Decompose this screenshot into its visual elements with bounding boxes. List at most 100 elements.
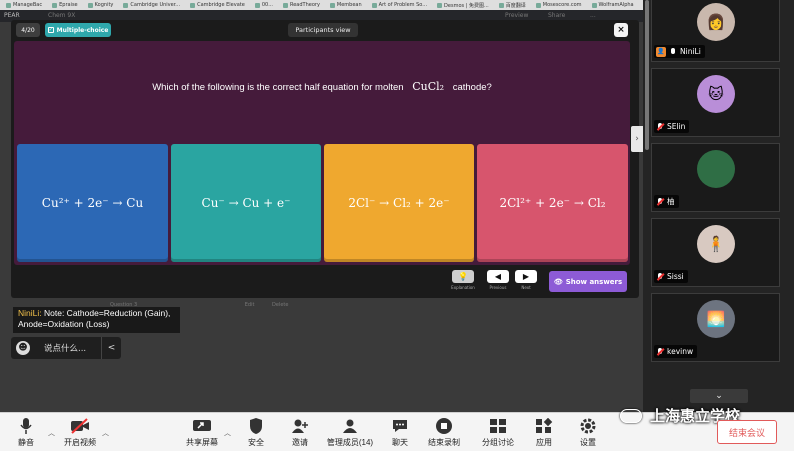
chat-bubble: NiniLi: Note: Cathode=Reduction (Gain), … bbox=[13, 307, 180, 333]
bookmark-item[interactable]: WolframAlpha bbox=[591, 2, 634, 8]
bookmarks-bar: ManageBac Epraise Kognity Cambridge Univer.… bbox=[0, 0, 643, 10]
breakout-rooms-button[interactable]: 分组讨论 bbox=[472, 416, 524, 450]
preview-button[interactable]: Preview bbox=[505, 12, 528, 19]
bookmark-item[interactable]: Epraise bbox=[52, 2, 78, 8]
bookmark-item[interactable]: Art of Problem So... bbox=[371, 2, 427, 8]
bookmark-label: Membean bbox=[336, 2, 362, 8]
share-screen-label: 共享屏幕 bbox=[186, 438, 218, 447]
chat-input[interactable]: ☻ 说点什么... < bbox=[11, 337, 121, 359]
apps-icon bbox=[535, 416, 553, 436]
muted-microphone-icon bbox=[656, 197, 664, 206]
scroll-down-button[interactable]: ⌄ bbox=[690, 389, 748, 403]
bookmark-item[interactable]: Membean bbox=[329, 2, 362, 8]
chat-placeholder: 说点什么... bbox=[44, 344, 87, 354]
bookmark-favicon-icon bbox=[87, 2, 93, 8]
video-off-icon bbox=[70, 416, 90, 436]
more-button[interactable]: ... bbox=[590, 12, 596, 19]
bookmark-favicon-icon bbox=[498, 2, 504, 8]
participant-label: 柚 bbox=[654, 195, 679, 208]
bookmark-item[interactable]: 00... bbox=[254, 2, 273, 8]
question-formula: CuCl₂ bbox=[412, 80, 445, 93]
bookmark-label: 00... bbox=[261, 2, 273, 8]
bookmark-favicon-icon bbox=[123, 2, 129, 8]
participant-tile[interactable]: 柚 bbox=[651, 143, 780, 212]
participant-tile[interactable]: 🧍 Sissi bbox=[651, 218, 780, 287]
emoji-icon[interactable]: ☻ bbox=[16, 341, 30, 355]
chat-bubble-icon bbox=[391, 416, 409, 436]
mute-button[interactable]: 静音 bbox=[0, 416, 52, 450]
collapse-chat-button[interactable]: < bbox=[101, 337, 121, 359]
invite-label: 邀请 bbox=[292, 438, 308, 447]
answer-option-1[interactable]: Cu²⁺ + 2e⁻ → Cu bbox=[17, 144, 168, 262]
checkbox-icon: ✓ bbox=[47, 27, 54, 33]
multiple-choice-badge[interactable]: ✓ Multiple-choice bbox=[45, 23, 111, 37]
participant-name: 柚 bbox=[667, 197, 675, 206]
gallery-scrollbar[interactable] bbox=[645, 0, 649, 150]
close-quiz-button[interactable]: × bbox=[614, 23, 628, 37]
bookmark-item[interactable]: Desmos | 免费图... bbox=[437, 2, 489, 9]
start-video-button[interactable]: 开启视频 bbox=[54, 416, 106, 450]
end-meeting-button[interactable]: 结束会议 bbox=[717, 420, 777, 444]
share-deck-button[interactable]: Share bbox=[548, 12, 565, 19]
next-control[interactable]: ▶ Next bbox=[514, 270, 538, 294]
settings-button[interactable]: 设置 bbox=[562, 416, 614, 450]
bookmark-item[interactable]: Cambridge Elevate bbox=[190, 2, 245, 8]
bookmark-label: Mosescore.com bbox=[542, 2, 582, 8]
avatar bbox=[697, 150, 735, 188]
share-screen-button[interactable]: 共享屏幕 bbox=[176, 416, 228, 450]
participant-label: 👤 NiniLi bbox=[654, 45, 705, 58]
shared-screen: ManageBac Epraise Kognity Cambridge Univer.… bbox=[0, 0, 643, 412]
participant-tile[interactable]: 👩 👤 NiniLi bbox=[651, 0, 780, 62]
gear-icon bbox=[579, 416, 597, 436]
edit-link[interactable]: Edit bbox=[245, 302, 255, 308]
explanation-control[interactable]: 💡 Explanation bbox=[451, 270, 475, 294]
mute-label: 静音 bbox=[18, 438, 34, 447]
lightbulb-icon: 💡 bbox=[452, 270, 474, 283]
question-text-start: Which of the following is the correct ha… bbox=[152, 82, 404, 93]
security-label: 安全 bbox=[248, 438, 264, 447]
manage-participants-button[interactable]: 管理成员(14) bbox=[322, 416, 378, 450]
bookmark-label: Epraise bbox=[59, 2, 78, 8]
bookmark-favicon-icon bbox=[6, 2, 11, 8]
answer-option-3[interactable]: 2Cl⁻ → Cl₂ + 2e⁻ bbox=[324, 144, 474, 262]
bookmark-item[interactable]: ManageBac bbox=[6, 2, 42, 8]
avatar: 👩 bbox=[697, 3, 735, 41]
next-arrow-icon: ▶ bbox=[515, 270, 537, 283]
muted-microphone-icon bbox=[656, 272, 664, 281]
add-user-icon bbox=[291, 416, 309, 436]
deck-title: Chem 9X bbox=[48, 12, 76, 19]
invite-button[interactable]: 邀请 bbox=[274, 416, 326, 450]
participant-label: SElin bbox=[654, 120, 690, 133]
previous-control[interactable]: ◀ Previous bbox=[486, 270, 510, 294]
chat-sender: NiniLi: bbox=[18, 308, 42, 318]
bookmark-label: ReadTheory bbox=[289, 2, 320, 8]
show-answers-button[interactable]: 👁 Show answers bbox=[549, 271, 627, 292]
bookmark-item[interactable]: Mosescore.com bbox=[535, 2, 582, 8]
start-video-label: 开启视频 bbox=[64, 438, 96, 447]
bookmark-item[interactable]: Kognity bbox=[87, 2, 113, 8]
app-logo: PEAR bbox=[4, 12, 20, 19]
bookmark-label: Cambridge Univer... bbox=[130, 2, 181, 8]
delete-link[interactable]: Delete bbox=[272, 302, 288, 308]
avatar: 🧍 bbox=[697, 225, 735, 263]
participant-tile[interactable]: 🌅 kevinw bbox=[651, 293, 780, 362]
bookmark-favicon-icon bbox=[437, 2, 443, 8]
answer-option-2[interactable]: Cu⁻ → Cu + e⁻ bbox=[171, 144, 321, 262]
participants-icon bbox=[341, 416, 359, 436]
video-options-chevron-icon[interactable]: ︿ bbox=[102, 428, 109, 438]
show-answers-label: Show answers bbox=[565, 277, 623, 286]
participant-tile[interactable]: 🐱 SElin bbox=[651, 68, 780, 137]
bookmark-item[interactable]: Cambridge Univer... bbox=[123, 2, 180, 8]
participants-view-button[interactable]: Participants view bbox=[288, 23, 358, 37]
avatar: 🌅 bbox=[697, 300, 735, 338]
stop-recording-button[interactable]: 结束录制 bbox=[418, 416, 470, 450]
previous-arrow-icon: ◀ bbox=[487, 270, 509, 283]
explanation-label: Explanation bbox=[451, 285, 475, 290]
answer-option-4[interactable]: 2Cl²⁺ + 2e⁻ → Cl₂ bbox=[477, 144, 628, 262]
microphone-icon bbox=[669, 47, 677, 56]
bookmark-item[interactable]: 百度翻译 bbox=[498, 2, 526, 9]
bookmark-item[interactable]: ReadTheory bbox=[282, 2, 320, 8]
bookmark-favicon-icon bbox=[254, 2, 260, 8]
chat-label: 聊天 bbox=[392, 438, 408, 447]
sidebar-toggle-button[interactable]: › bbox=[631, 126, 643, 152]
